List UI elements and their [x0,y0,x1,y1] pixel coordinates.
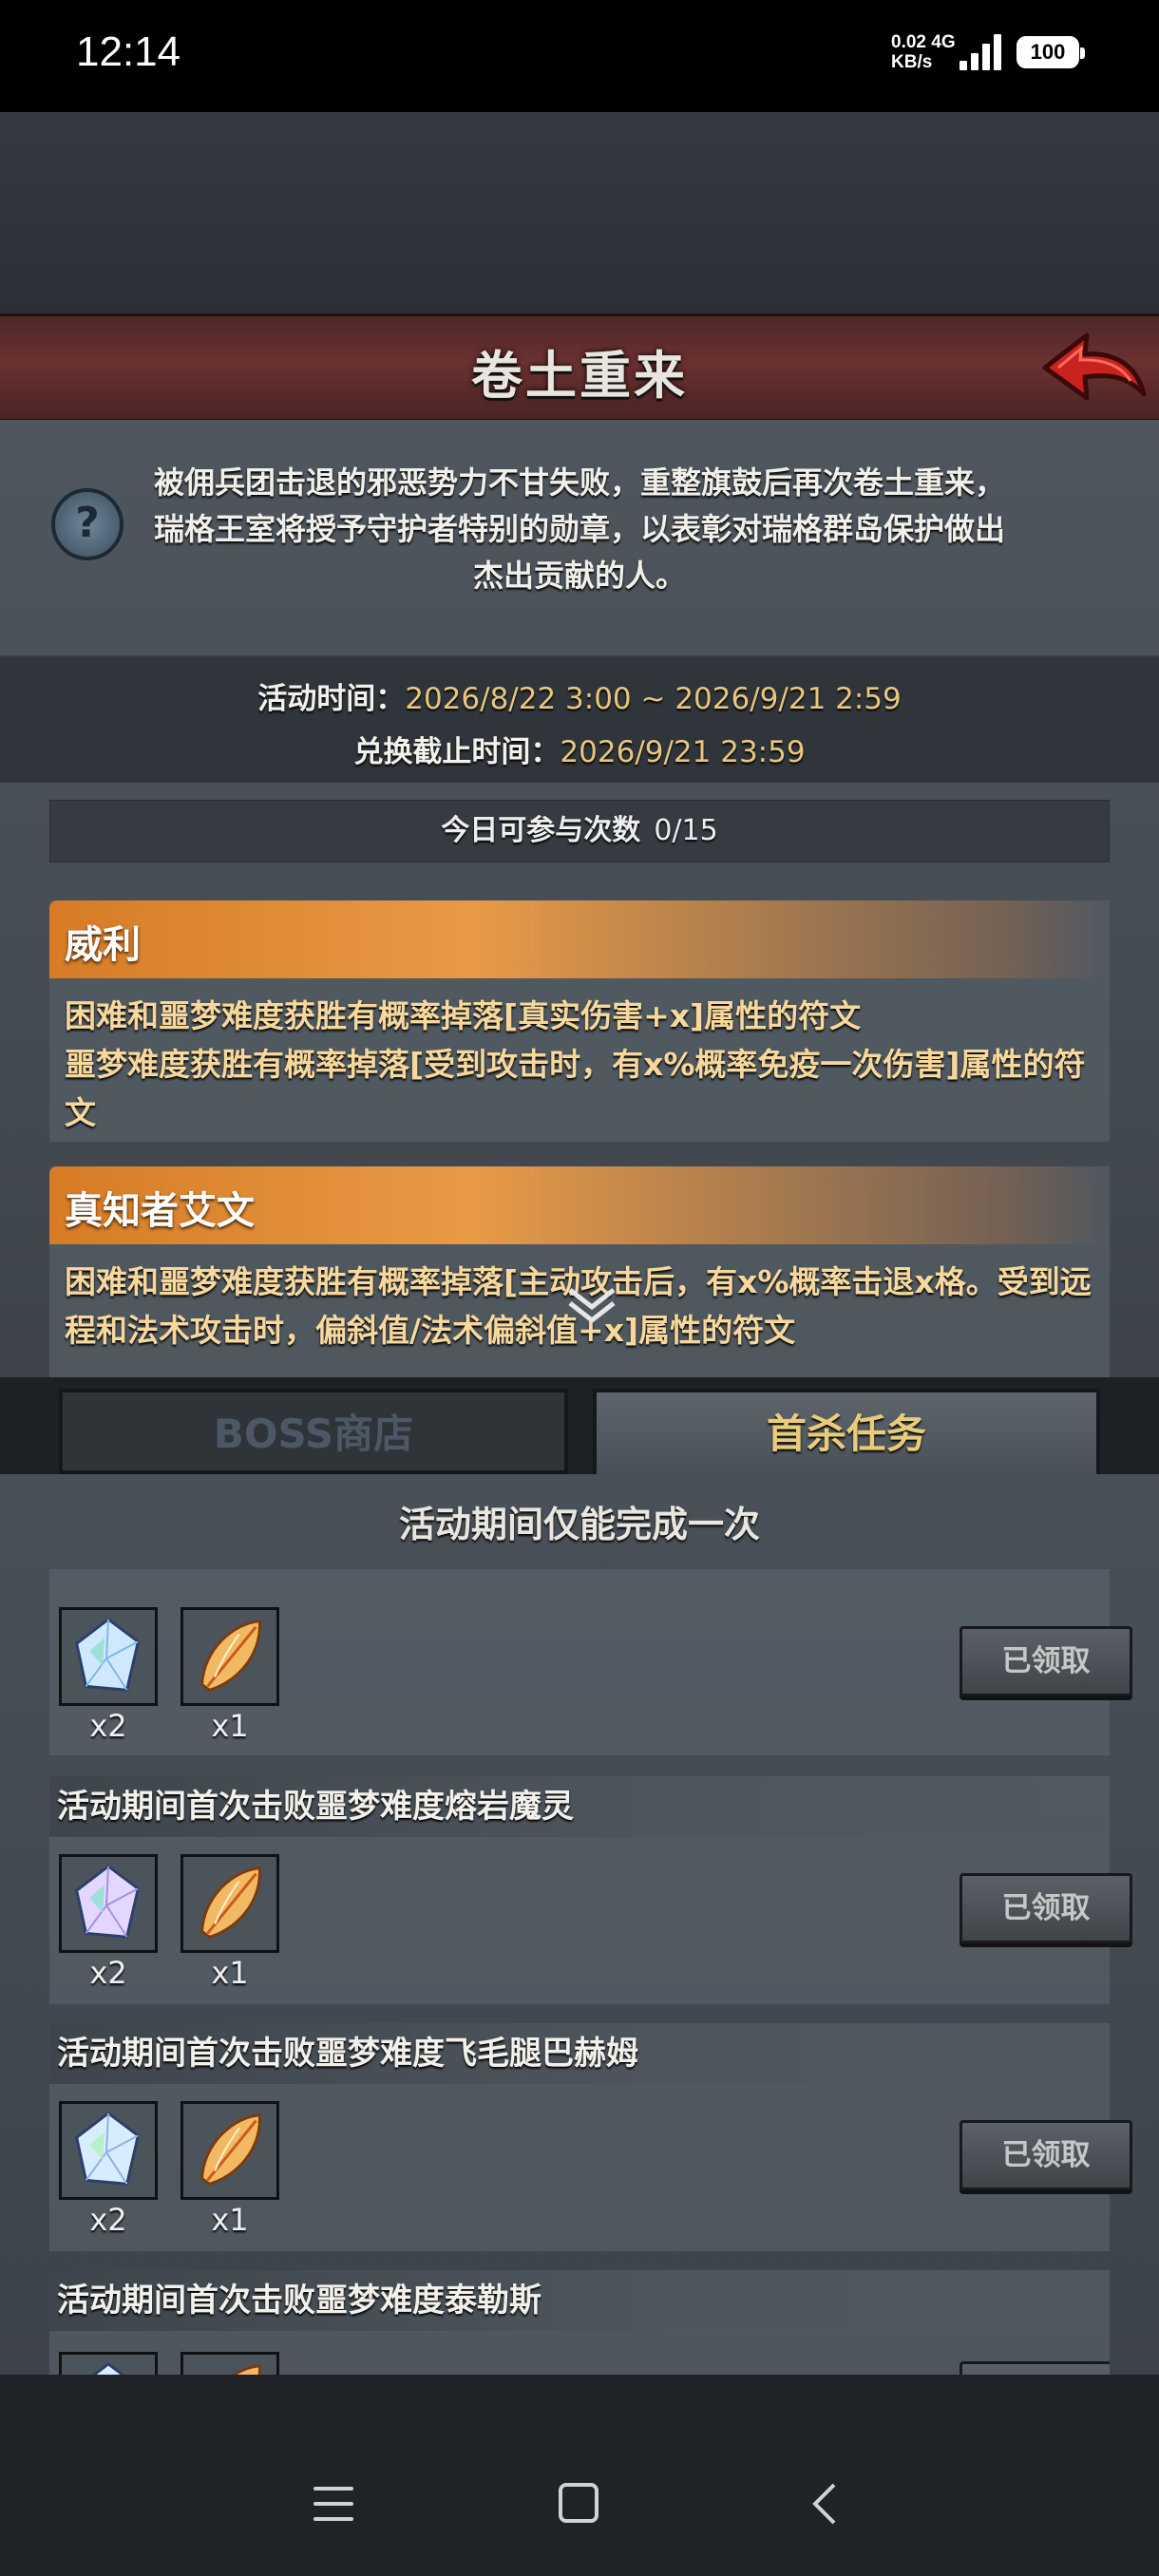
list-item: 活动期间首次击败噩梦难度泰勒斯 [49,2270,1110,2375]
exchange-deadline: 兑换截止时间：2026/9/21 23:59 [353,735,806,769]
daily-attempts: 今日可参与次数 0/15 [49,800,1110,862]
network-speed: 0.02 4G KB/s [891,32,956,72]
chevron-down-icon[interactable] [566,1284,618,1326]
clock: 12:14 [76,28,181,75]
claimed-button[interactable]: 已领取 [960,2120,1132,2190]
event-time-band: 活动时间：2026/8/22 3:00 ~ 2026/9/21 2:59 兑换截… [0,655,1159,783]
tab-boss-shop[interactable]: BOSS商店 [59,1389,568,1474]
feather-icon[interactable] [180,1854,279,1953]
signal-icon [960,32,1003,70]
claimed-button[interactable] [960,2361,1110,2375]
crystal-icon[interactable] [59,2352,158,2375]
crystal-icon[interactable] [59,1607,158,1706]
feather-icon[interactable] [180,2101,279,2200]
crystal-icon[interactable] [59,2101,158,2200]
boss-drop-text: 困难和噩梦难度获胜有概率掉落[真实伤害+x]属性的符文 噩梦难度获胜有概率掉落[受… [65,997,1086,1131]
task-title: 活动期间首次击败噩梦难度泰勒斯 [49,2270,1110,2331]
list-item: 活动期间首次击败噩梦难度熔岩魔灵 x2 x1 已领取 [49,1776,1132,2004]
tab-bar: BOSS商店 首杀任务 [0,1377,1159,1474]
claimed-button[interactable]: 已领取 [960,1626,1132,1696]
first-kill-header: 活动期间仅能完成一次 [398,1504,760,1545]
task-title: 活动期间首次击败噩梦难度飞毛腿巴赫姆 [49,2023,1110,2084]
red-arrow-back-icon[interactable] [1037,326,1151,411]
feather-icon[interactable] [180,1607,279,1706]
boss-name: 真知者艾文 [65,1189,255,1233]
list-item: x2 x1 已领取 [49,1569,1132,1755]
feather-icon[interactable] [180,2352,279,2375]
battery-icon: 100 [1016,36,1085,68]
top-backdrop [0,112,1159,316]
event-description: 被佣兵团击退的邪恶势力不甘失败，重整旗鼓后再次卷土重来，瑞格王室将授予守护者特别… [153,464,1005,594]
menu-icon[interactable] [314,2487,353,2521]
page-title: 卷土重来 [471,346,688,406]
home-icon[interactable] [559,2483,598,2523]
boss-card: 真知者艾文 困难和噩梦难度获胜有概率掉落[主动攻击后，有x%概率击退x格。受到远… [49,1166,1110,1377]
system-nav-bar [0,2375,1159,2576]
boss-card: 威利 困难和噩梦难度获胜有概率掉落[真实伤害+x]属性的符文 噩梦难度获胜有概率掉… [49,900,1110,1142]
tab-first-kill[interactable]: 首杀任务 [593,1389,1100,1474]
status-bar: 12:14 0.02 4G KB/s 100 [0,0,1159,112]
question-icon[interactable]: ? [51,488,124,560]
task-title: 活动期间首次击败噩梦难度熔岩魔灵 [49,1776,1110,1837]
back-icon[interactable] [806,2481,844,2527]
event-time: 活动时间：2026/8/22 3:00 ~ 2026/9/21 2:59 [257,682,902,716]
claimed-button[interactable]: 已领取 [960,1873,1132,1943]
title-bar: 卷土重来 [0,313,1159,425]
crystal-icon[interactable] [59,1854,158,1953]
boss-name: 威利 [65,923,141,967]
list-item: 活动期间首次击败噩梦难度飞毛腿巴赫姆 x2 x1 已领取 [49,2023,1132,2251]
